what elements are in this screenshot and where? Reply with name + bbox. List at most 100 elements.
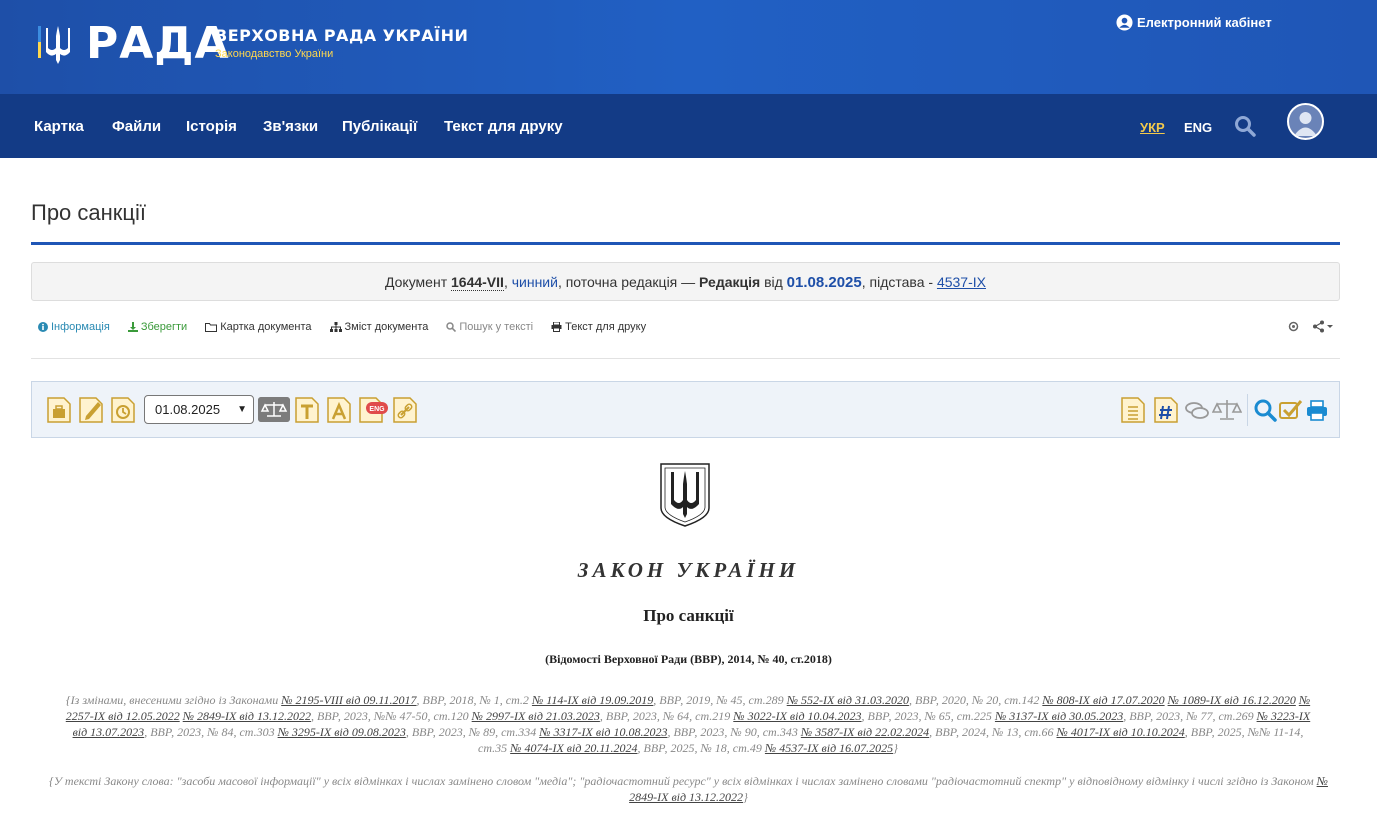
doc-list-icon[interactable] — [1120, 396, 1146, 424]
doc-current: , поточна редакція — — [557, 274, 696, 290]
logo-text: РАДА — [86, 18, 230, 69]
amendment-link[interactable]: № 3587-IX від 22.02.2024 — [801, 725, 929, 739]
title-divider — [31, 242, 1340, 245]
amendment-ref: , ВВР, 2020, № 20, ст.142 — [908, 693, 1040, 707]
amendment-link[interactable]: № 2849-IX від 13.12.2022 — [183, 709, 311, 723]
amendments-intro: {Із змінами, внесеними згідно із Законам… — [65, 693, 279, 707]
link-doc-icon[interactable] — [392, 396, 418, 424]
contents-label: Зміст документа — [344, 321, 429, 333]
edition-date-value: 01.08.2025 — [155, 402, 221, 417]
folder-icon — [205, 323, 218, 332]
coat-of-arms-icon — [660, 463, 710, 527]
nav-item-history[interactable]: Історія — [186, 118, 237, 135]
cabinet-link[interactable]: Електронний кабінет — [1116, 14, 1272, 31]
save-label: Зберегти — [140, 321, 188, 333]
site-subtitle: Законодавство України — [215, 48, 334, 60]
compare-scales-icon[interactable] — [258, 397, 290, 422]
amendment-link[interactable]: № 552-IX від 31.03.2020 — [787, 693, 909, 707]
eng-badge: ENG — [369, 406, 385, 413]
history-doc-icon[interactable] — [110, 396, 136, 424]
nav-item-print-text[interactable]: Текст для друку — [444, 118, 563, 135]
main-nav: Картка Файли Історія Зв'язки Публікації … — [0, 94, 1377, 158]
english-translation-icon[interactable]: ENG — [358, 396, 390, 424]
amendment-link[interactable]: № 114-IX від 19.09.2019 — [532, 693, 653, 707]
print-text-button[interactable]: Текст для друку — [551, 321, 646, 333]
share-icon[interactable] — [1312, 320, 1334, 333]
amendment-ref: , ВВР, 2023, №№ 47-50, ст.120 — [310, 709, 469, 723]
trident-icon — [38, 26, 70, 64]
law-heading: ЗАКОН УКРАЇНИ — [577, 558, 800, 582]
amendment-link[interactable]: № 808-IX від 17.07.2020 — [1042, 693, 1164, 707]
text-doc-icon[interactable] — [294, 396, 320, 424]
amendment-link[interactable]: № 2997-IX від 21.03.2023 — [472, 709, 600, 723]
doc-basis-label: , підстава - — [861, 274, 934, 290]
amendment-link[interactable]: № 2195-VIII від 09.11.2017 — [281, 693, 416, 707]
chevron-down-icon: ▼ — [237, 404, 247, 415]
edit-doc-icon[interactable] — [78, 396, 104, 424]
text-note: {У тексті Закону слова: "засоби масової … — [40, 773, 1337, 805]
comments-icon[interactable] — [1184, 396, 1210, 424]
site-logo[interactable]: РАДА — [38, 22, 230, 66]
nav-item-card[interactable]: Картка — [34, 118, 84, 135]
lang-eng[interactable]: ENG — [1184, 120, 1212, 135]
doc-card-button[interactable]: Картка документа — [205, 321, 312, 333]
amendment-link[interactable]: № 3295-IX від 09.08.2023 — [278, 725, 406, 739]
doc-edition-label: Редакція — [699, 274, 761, 290]
save-button[interactable]: Зберегти — [127, 321, 188, 333]
doc-number: 1644-VII — [451, 274, 504, 291]
law-title: Про санкції — [643, 606, 734, 625]
download-icon — [127, 322, 138, 332]
edition-date-select[interactable]: 01.08.2025 ▼ — [144, 395, 254, 424]
vvr-reference: (Відомості Верховної Ради (ВВР), 2014, №… — [545, 652, 832, 666]
hash-doc-icon[interactable] — [1153, 396, 1179, 424]
toolbar-separator — [1247, 394, 1248, 426]
doc-basis-link[interactable]: 4537-IX — [937, 274, 986, 290]
doc-from-label: від — [764, 274, 783, 290]
amendment-link[interactable]: № 4017-IX від 10.10.2024 — [1057, 725, 1185, 739]
print-icon — [551, 322, 562, 332]
amendment-ref: , ВВР, 2023, № 77, ст.269 — [1123, 709, 1254, 723]
document-status-bar: Документ 1644-VII, чинний, поточна редак… — [31, 262, 1340, 301]
search-text-button[interactable]: Пошук у тексті — [446, 321, 533, 333]
site-title: ВЕРХОВНА РАДА УКРАЇНИ — [215, 26, 469, 45]
search-icon[interactable] — [1252, 396, 1278, 424]
scales-icon[interactable] — [1212, 396, 1242, 424]
amendment-link[interactable]: № 3317-IX від 10.08.2023 — [539, 725, 667, 739]
toolbar-divider — [31, 358, 1340, 359]
nav-item-files[interactable]: Файли — [112, 118, 161, 135]
doc-card-label: Картка документа — [220, 321, 312, 333]
nav-item-links[interactable]: Зв'язки — [263, 118, 318, 135]
font-doc-icon[interactable] — [326, 396, 352, 424]
amendment-ref: , ВВР, 2025, № 18, ст.49 — [637, 741, 762, 755]
amendment-link[interactable]: № 1089-IX від 16.12.2020 — [1168, 693, 1296, 707]
briefcase-doc-icon[interactable] — [46, 396, 72, 424]
amendment-ref: , ВВР, 2024, № 13, ст.66 — [929, 725, 1054, 739]
print-text-label: Текст для друку — [565, 321, 647, 333]
amendment-link[interactable]: № 3137-IX від 30.05.2023 — [995, 709, 1123, 723]
amendment-link[interactable]: № 4537-IX від 16.07.2025 — [765, 741, 893, 755]
amendments-block: {Із змінами, внесеними згідно із Законам… — [62, 692, 1314, 756]
amendment-ref: , ВВР, 2023, № 90, ст.343 — [667, 725, 798, 739]
lang-ukr[interactable]: УКР — [1140, 120, 1165, 135]
doc-prefix: Документ — [385, 274, 448, 290]
contents-button[interactable]: Зміст документа — [329, 321, 429, 333]
amendment-link[interactable]: № 4074-IX від 20.11.2024 — [510, 741, 637, 755]
print-icon[interactable] — [1304, 396, 1330, 424]
info-button[interactable]: Інформація — [38, 321, 110, 333]
info-label: Інформація — [51, 321, 110, 333]
amendment-ref: , ВВР, 2023, № 64, ст.219 — [599, 709, 731, 723]
avatar[interactable] — [1287, 103, 1324, 140]
edition-toolbar: 01.08.2025 ▼ ENG — [31, 381, 1340, 438]
amendment-link[interactable]: № 3022-IX від 10.04.2023 — [733, 709, 861, 723]
sitemap-icon — [329, 322, 342, 332]
site-titles: ВЕРХОВНА РАДА УКРАЇНИ Законодавство Укра… — [215, 26, 468, 60]
cabinet-label: Електронний кабінет — [1137, 15, 1272, 30]
nav-item-publications[interactable]: Публікації — [342, 118, 417, 135]
doc-status: чинний — [511, 274, 558, 290]
search-icon[interactable] — [1234, 115, 1256, 137]
settings-icon[interactable] — [1287, 320, 1300, 333]
doc-date: 01.08.2025 — [786, 274, 862, 291]
amendment-ref: } — [893, 741, 898, 755]
checkbox-icon[interactable] — [1277, 396, 1303, 424]
amendment-ref: , ВВР, 2023, № 65, ст.225 — [861, 709, 992, 723]
